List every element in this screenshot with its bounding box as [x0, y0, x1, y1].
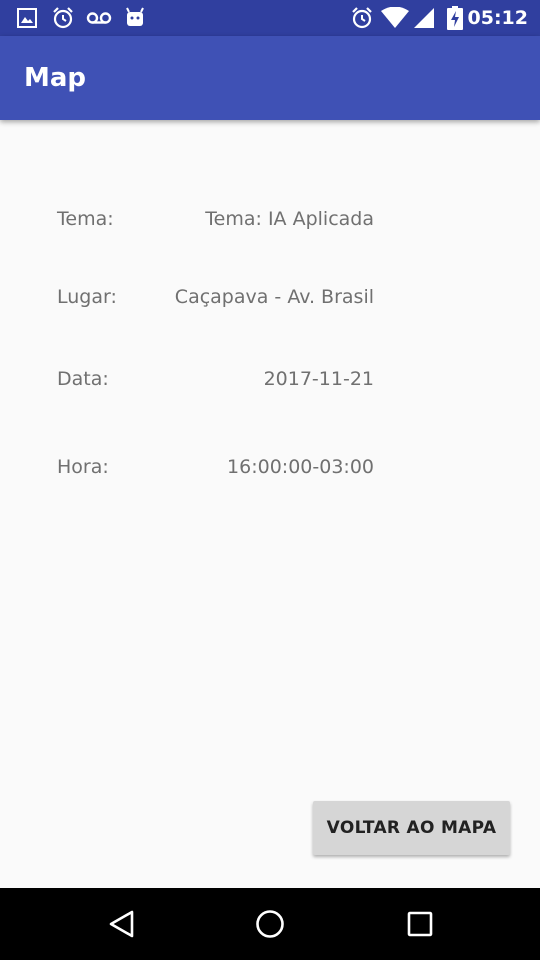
- wifi-icon: [381, 7, 409, 29]
- hora-label: Hora:: [57, 456, 109, 478]
- lugar-label: Lugar:: [57, 286, 117, 308]
- lugar-value: Caçapava - Av. Brasil: [174, 286, 374, 308]
- tema-value: Tema: IA Aplicada: [205, 208, 374, 230]
- home-icon[interactable]: [254, 908, 286, 940]
- tema-label: Tema:: [57, 208, 114, 230]
- back-to-map-button[interactable]: VOLTAR AO MAPA: [313, 801, 510, 855]
- status-time: 05:12: [467, 7, 528, 29]
- app-bar: Map: [0, 36, 540, 120]
- page-title: Map: [24, 63, 87, 93]
- back-icon[interactable]: [106, 908, 138, 940]
- alarm-icon: [51, 7, 75, 29]
- data-label: Data:: [57, 368, 109, 390]
- image-icon: [17, 7, 37, 29]
- voicemail-icon: [86, 7, 112, 29]
- alarm-icon: [350, 7, 374, 29]
- status-bar: 05:12: [0, 0, 540, 36]
- data-value: 2017-11-21: [263, 368, 374, 390]
- recents-icon[interactable]: [404, 908, 436, 940]
- hora-value: 16:00:00-03:00: [227, 456, 374, 478]
- nav-bar: [0, 888, 540, 960]
- android-icon: [124, 7, 146, 29]
- signal-icon: [413, 7, 435, 29]
- battery-charging-icon: [447, 6, 463, 30]
